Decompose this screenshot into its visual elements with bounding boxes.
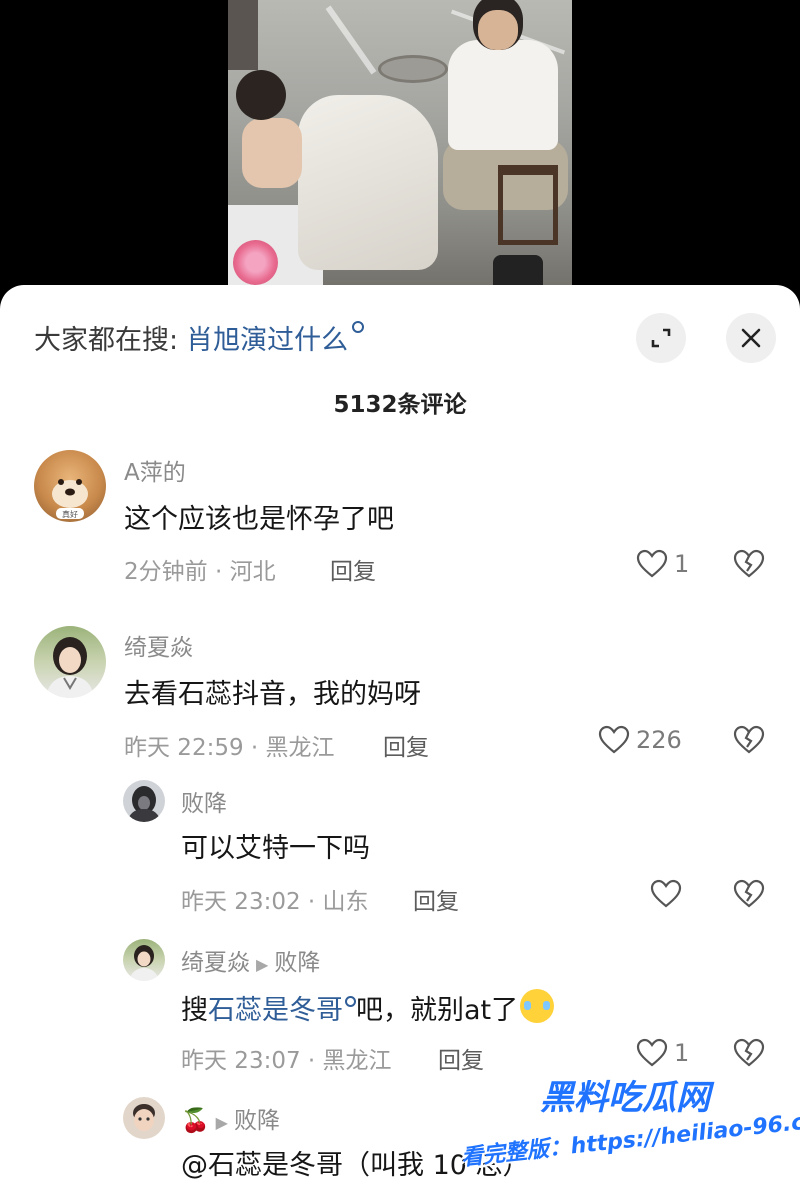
street-pole	[228, 0, 258, 70]
reply-button[interactable]: 回复	[330, 552, 376, 586]
video-player[interactable]	[0, 0, 800, 300]
dislike-button[interactable]	[733, 1038, 765, 1072]
search-keyword-link[interactable]: 石蕊是冬哥	[208, 995, 343, 1026]
like-count: 226	[636, 726, 682, 754]
broken-heart-icon	[733, 549, 765, 578]
heart-icon	[636, 1038, 668, 1067]
close-icon	[741, 328, 761, 348]
reply-username[interactable]: 绮夏焱 ▶ 败降	[181, 943, 320, 977]
girl-avatar[interactable]	[123, 939, 165, 981]
like-count: 1	[674, 1039, 690, 1067]
heart-icon	[636, 549, 668, 578]
trending-search-prefix: 大家都在搜:	[34, 324, 179, 356]
expand-button[interactable]	[636, 313, 686, 363]
reply-arrow-icon: ▶	[256, 955, 269, 974]
dislike-button[interactable]	[733, 725, 765, 759]
dark-hood-avatar[interactable]	[123, 780, 165, 822]
heart-icon	[650, 879, 682, 908]
like-button[interactable]: 1	[636, 1038, 689, 1068]
reply-text: 可以艾特一下吗	[181, 833, 370, 864]
reply-username[interactable]: 🍒 ▶ 败降	[181, 1101, 280, 1135]
like-button[interactable]: 226	[598, 725, 682, 755]
reply-target[interactable]: 败降	[274, 950, 320, 976]
man-figure	[448, 40, 558, 150]
like-button[interactable]: 1	[636, 549, 689, 579]
child-avatar[interactable]	[123, 1097, 165, 1139]
reply-meta: 昨天 23:02 · 山东	[181, 889, 369, 915]
search-icon	[345, 996, 356, 1007]
dislike-button[interactable]	[733, 549, 765, 583]
cherry-icon[interactable]: 🍒	[181, 1108, 210, 1134]
video-frame	[228, 0, 572, 300]
reply-author[interactable]: 绮夏焱	[181, 950, 250, 976]
reply-text: 搜石蕊是冬哥 吧，就别at了	[181, 985, 555, 1027]
comment-meta: 昨天 22:59 · 黑龙江	[124, 735, 335, 761]
avatar-badge: 真好	[62, 509, 78, 519]
search-icon	[352, 321, 365, 333]
reply-meta: 昨天 23:07 · 黑龙江	[181, 1048, 392, 1074]
crying-laughing-emoji	[520, 989, 555, 1023]
trending-search[interactable]: 大家都在搜: 肖旭演过什么	[34, 313, 365, 361]
broken-heart-icon	[733, 1038, 765, 1067]
comment-count: 5132条评论	[333, 392, 467, 418]
trending-search-link[interactable]: 肖旭演过什么	[186, 318, 348, 357]
close-button[interactable]	[726, 313, 776, 363]
like-count: 1	[674, 550, 690, 578]
manhole-cover	[378, 55, 448, 83]
reply-username[interactable]: 败降	[181, 784, 227, 818]
reply-button[interactable]: 回复	[383, 728, 429, 762]
reply-button[interactable]: 回复	[413, 882, 459, 916]
reply-button[interactable]: 回复	[438, 1041, 484, 1075]
reply-arrow-icon: ▶	[215, 1113, 228, 1132]
broken-heart-icon	[733, 725, 765, 754]
girl-avatar[interactable]	[34, 626, 106, 698]
wooden-chair	[498, 165, 558, 245]
comment-text: 这个应该也是怀孕了吧	[124, 504, 394, 535]
reply-target[interactable]: 败降	[234, 1108, 280, 1134]
comment-text: 去看石蕊抖音，我的妈呀	[124, 679, 421, 710]
comment-username[interactable]: A萍的	[124, 453, 186, 487]
watermark-title: 黑料吃瓜网	[540, 1078, 710, 1118]
comment-username[interactable]: 绮夏焱	[124, 628, 193, 662]
dislike-button[interactable]	[733, 879, 765, 913]
flowers	[233, 240, 278, 285]
heart-icon	[598, 725, 630, 754]
broken-heart-icon	[733, 879, 765, 908]
comment-sheet: 大家都在搜: 肖旭演过什么 5132条评论 真好 A萍的 这个应该也是怀孕了吧	[0, 285, 800, 1200]
woman-figure	[298, 95, 438, 270]
like-button[interactable]	[650, 879, 682, 909]
expand-icon	[651, 328, 671, 348]
shiba-dog-avatar[interactable]: 真好	[34, 450, 106, 522]
comment-meta: 2分钟前 · 河北	[124, 559, 276, 585]
